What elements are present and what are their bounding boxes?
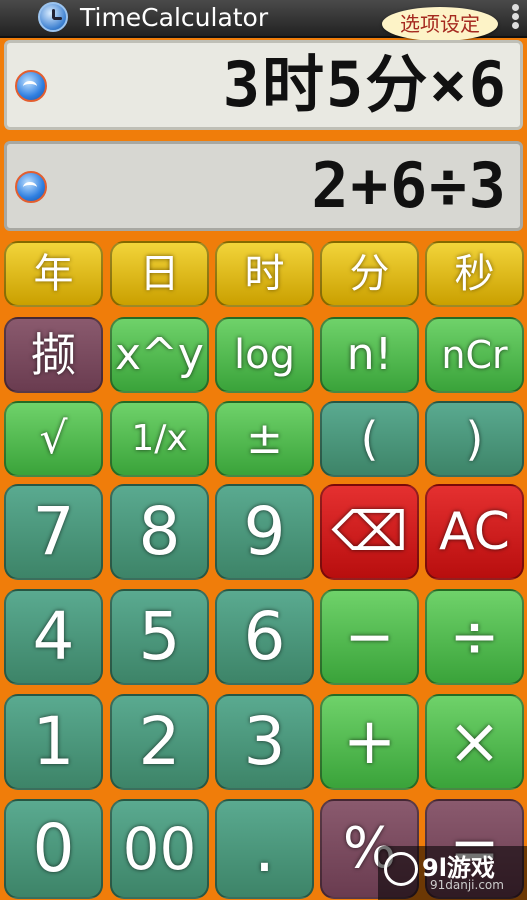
watermark-logo-icon — [384, 852, 418, 886]
multiply-key[interactable]: × — [425, 694, 524, 790]
digit-4-key[interactable]: 4 — [4, 589, 103, 685]
clock-icon — [38, 2, 68, 32]
backspace-key[interactable]: ⌫ — [320, 484, 419, 580]
digit-0-key[interactable]: 0 — [4, 799, 103, 899]
refresh-icon[interactable] — [15, 171, 47, 203]
decimal-key[interactable]: . — [215, 799, 314, 899]
title-bar: TimeCalculator 选项设定 — [0, 0, 527, 41]
log-key[interactable]: log — [215, 317, 314, 393]
app-title: TimeCalculator — [80, 3, 269, 32]
digit-6-key[interactable]: 6 — [215, 589, 314, 685]
digit-5-key[interactable]: 5 — [110, 589, 209, 685]
add-key[interactable]: + — [320, 694, 419, 790]
main-expression: 3时5分×6 — [222, 48, 508, 121]
unit-second-key[interactable]: 秒 — [425, 241, 524, 307]
refresh-icon[interactable] — [15, 70, 47, 102]
clear-all-key[interactable]: AC — [425, 484, 524, 580]
options-button[interactable]: 选项设定 — [382, 7, 498, 41]
secondary-display: 2+6÷3 — [4, 141, 523, 231]
unit-hour-key[interactable]: 时 — [215, 241, 314, 307]
power-key[interactable]: x^y — [110, 317, 209, 393]
digit-2-key[interactable]: 2 — [110, 694, 209, 790]
unit-day-key[interactable]: 日 — [110, 241, 209, 307]
ncr-key[interactable]: nCr — [425, 317, 524, 393]
unit-minute-key[interactable]: 分 — [320, 241, 419, 307]
reciprocal-key[interactable]: 1/x — [110, 401, 209, 477]
backspace-icon: ⌫ — [331, 500, 408, 563]
secondary-expression: 2+6÷3 — [311, 149, 508, 222]
extract-key[interactable]: 撷 — [4, 317, 103, 393]
sqrt-key[interactable]: √ — [4, 401, 103, 477]
watermark-sub: 91danji.com — [430, 878, 504, 892]
close-paren-key[interactable]: ) — [425, 401, 524, 477]
factorial-key[interactable]: n! — [320, 317, 419, 393]
double-zero-key[interactable]: 00 — [110, 799, 209, 899]
watermark: 9l游戏 91danji.com — [378, 846, 527, 900]
open-paren-key[interactable]: ( — [320, 401, 419, 477]
subtract-key[interactable]: − — [320, 589, 419, 685]
digit-9-key[interactable]: 9 — [215, 484, 314, 580]
divide-key[interactable]: ÷ — [425, 589, 524, 685]
plus-minus-key[interactable]: ± — [215, 401, 314, 477]
main-display: 3时5分×6 — [4, 40, 523, 130]
digit-8-key[interactable]: 8 — [110, 484, 209, 580]
overflow-menu-icon[interactable] — [510, 3, 520, 33]
digit-7-key[interactable]: 7 — [4, 484, 103, 580]
digit-1-key[interactable]: 1 — [4, 694, 103, 790]
unit-year-key[interactable]: 年 — [4, 241, 103, 307]
digit-3-key[interactable]: 3 — [215, 694, 314, 790]
